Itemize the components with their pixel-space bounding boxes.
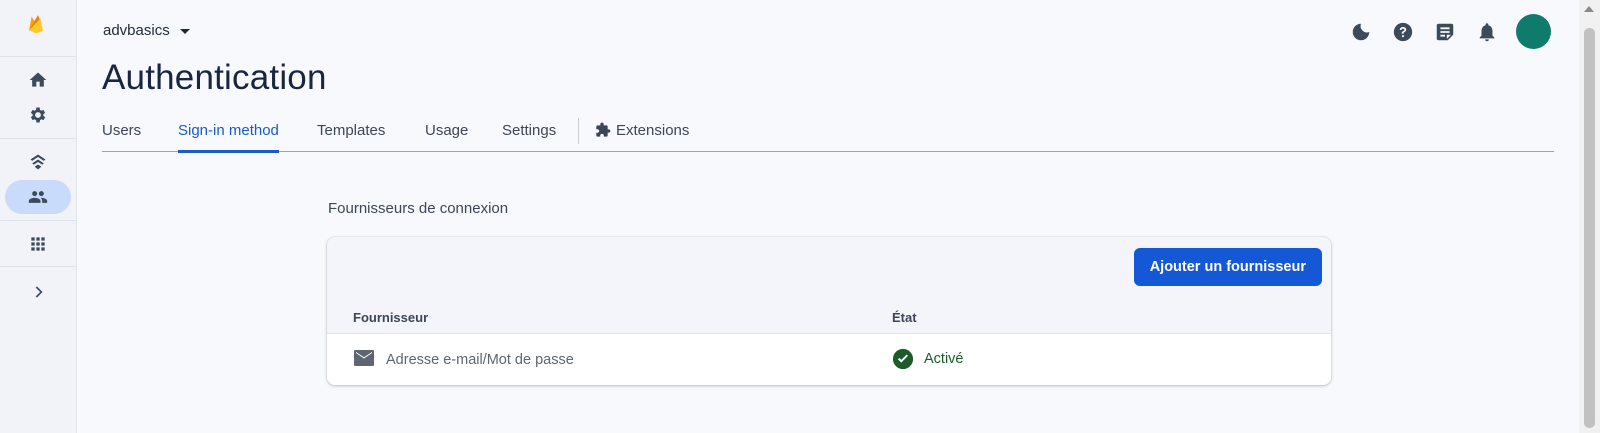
- mail-icon: [353, 348, 375, 368]
- page-scrollbar[interactable]: [1579, 0, 1600, 433]
- column-header-provider[interactable]: Fournisseur: [353, 310, 428, 325]
- tab-templates[interactable]: Templates: [317, 122, 385, 152]
- providers-card: Ajouter un fournisseur Fournisseur État …: [327, 237, 1331, 385]
- tab-extensions[interactable]: Extensions: [595, 122, 689, 152]
- release-notes-icon[interactable]: [1424, 15, 1466, 49]
- scroll-thumb[interactable]: [1584, 28, 1595, 428]
- chevron-down-icon: [179, 29, 190, 34]
- notifications-icon[interactable]: [1466, 15, 1508, 49]
- tab-extensions-label: Extensions: [616, 122, 690, 139]
- add-provider-button[interactable]: Ajouter un fournisseur: [1133, 248, 1322, 286]
- tab-users[interactable]: Users: [102, 122, 141, 152]
- account-avatar[interactable]: [1516, 14, 1551, 49]
- tab-bar: Users Sign-in method Templates Usage Set…: [102, 112, 1554, 153]
- project-selector[interactable]: advbasics: [103, 22, 190, 39]
- page-title: Authentication: [102, 58, 327, 97]
- dark-mode-icon[interactable]: [1340, 15, 1382, 49]
- firebase-logo[interactable]: [26, 14, 54, 46]
- rail-divider: [0, 56, 77, 57]
- tab-settings[interactable]: Settings: [502, 122, 556, 152]
- project-name: advbasics: [103, 22, 170, 39]
- extensions-icon: [595, 122, 611, 138]
- rail-divider: [0, 138, 77, 139]
- all-products-icon[interactable]: [5, 227, 71, 261]
- tab-divider: [578, 118, 579, 144]
- check-circle-icon: [892, 348, 914, 370]
- rail-divider: [0, 220, 77, 221]
- provider-name: Adresse e-mail/Mot de passe: [386, 352, 574, 368]
- rail-divider: [0, 266, 77, 267]
- column-header-state[interactable]: État: [892, 310, 917, 325]
- header-actions: [1340, 14, 1551, 49]
- settings-icon[interactable]: [5, 98, 71, 132]
- provider-state: Activé: [924, 351, 964, 367]
- expand-icon[interactable]: [5, 275, 71, 309]
- help-icon[interactable]: [1382, 15, 1424, 49]
- side-rail: [0, 0, 77, 433]
- home-icon[interactable]: [5, 63, 71, 97]
- authentication-icon[interactable]: [5, 180, 71, 214]
- scroll-up-arrow-icon[interactable]: [1584, 6, 1594, 12]
- table-row[interactable]: Adresse e-mail/Mot de passe Activé: [327, 333, 1331, 385]
- tab-usage[interactable]: Usage: [425, 122, 468, 152]
- section-title: Fournisseurs de connexion: [328, 200, 509, 217]
- build-icon[interactable]: [5, 145, 71, 179]
- tab-sign-in-method[interactable]: Sign-in method: [178, 122, 279, 153]
